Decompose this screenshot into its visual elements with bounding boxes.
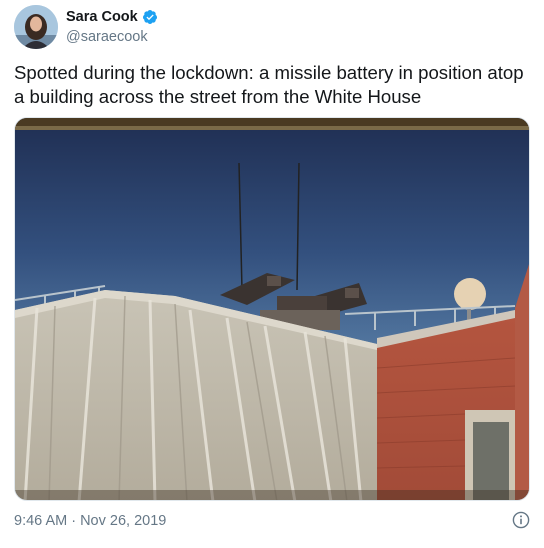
info-icon[interactable]	[512, 511, 530, 529]
tweet-timestamp[interactable]: 9:46 AM · Nov 26, 2019	[14, 513, 166, 529]
author-names: Sara Cook @saraecook	[66, 7, 158, 45]
display-name-row: Sara Cook	[66, 7, 158, 26]
author-handle[interactable]: @saraecook	[66, 29, 158, 45]
avatar[interactable]	[14, 5, 58, 49]
author-display-name[interactable]: Sara Cook	[66, 9, 138, 25]
tweet-header: Sara Cook @saraecook	[14, 5, 534, 49]
tweet-text: Spotted during the lockdown: a missile b…	[14, 62, 524, 107]
tweet-photo[interactable]	[14, 117, 530, 501]
tweet-footer: 9:46 AM · Nov 26, 2019	[14, 510, 530, 532]
verified-badge-icon	[142, 9, 158, 25]
